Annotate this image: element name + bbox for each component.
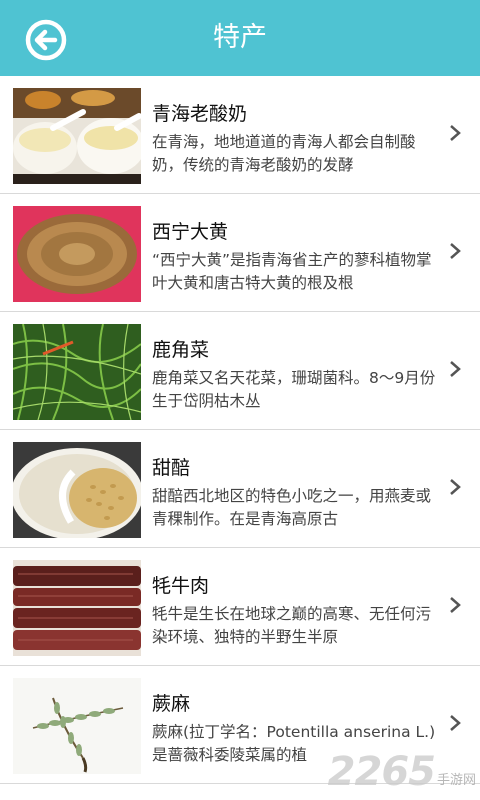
chevron-right-icon [450, 125, 461, 141]
item-description: 甜醅西北地区的特色小吃之一，用燕麦或青稞制作。在是青海高原古 [152, 487, 432, 528]
app-header: 特产 [0, 0, 480, 76]
chevron-right-icon [450, 597, 461, 613]
item-description: 鹿角菜又名天花菜，珊瑚菌科。8～9月份生于岱阴枯木丛 [152, 369, 436, 410]
chevron-right-icon [450, 361, 461, 377]
item-description: 在青海，地地道道的青海人都会自制酸奶，传统的青海老酸奶的发酵 [152, 133, 416, 174]
dried-yak-beef-photo [13, 560, 141, 656]
list-item[interactable]: 西宁大黄 “西宁大黄”是指青海省主产的蓼科植物掌叶大黄和唐古特大黄的根及根 [0, 194, 480, 312]
silverweed-plant-photo [13, 678, 141, 774]
item-description: 牦牛是生长在地球之巅的高寒、无任何污染环境、独特的半野生半原 [152, 605, 432, 646]
item-title: 蕨麻 [152, 693, 191, 715]
watermark-number: 2265 [327, 749, 436, 795]
item-title: 甜醅 [152, 457, 191, 479]
list-item[interactable]: 青海老酸奶 在青海，地地道道的青海人都会自制酸奶，传统的青海老酸奶的发酵 [0, 76, 480, 194]
list-item[interactable]: 甜醅 甜醅西北地区的特色小吃之一，用燕麦或青稞制作。在是青海高原古 [0, 430, 480, 548]
item-description: “西宁大黄”是指青海省主产的蓼科植物掌叶大黄和唐古特大黄的根及根 [152, 251, 432, 292]
page-title: 特产 [213, 22, 267, 53]
item-title: 西宁大黄 [152, 221, 229, 243]
sweet-barley-bowl-photo [13, 442, 141, 538]
list-item[interactable]: 牦牛肉 牦牛是生长在地球之巅的高寒、无任何污染环境、独特的半野生半原 [0, 548, 480, 666]
chevron-right-icon [450, 243, 461, 259]
item-title: 青海老酸奶 [152, 103, 248, 125]
chevron-right-icon [450, 715, 461, 731]
specialty-list: 青海老酸奶 在青海，地地道道的青海人都会自制酸奶，传统的青海老酸奶的发酵 西宁大… [0, 76, 480, 784]
yogurt-bowls-photo [13, 88, 141, 184]
watermark-text: 手游网 [436, 773, 476, 788]
item-title: 牦牛肉 [152, 575, 210, 597]
rhubarb-slice-photo [13, 206, 141, 302]
chevron-right-icon [450, 479, 461, 495]
seaweed-salad-photo [13, 324, 141, 420]
list-item[interactable]: 鹿角菜 鹿角菜又名天花菜，珊瑚菌科。8～9月份生于岱阴枯木丛 [0, 312, 480, 430]
item-title: 鹿角菜 [152, 339, 210, 361]
site-watermark: 2265 手游网 [328, 752, 476, 792]
